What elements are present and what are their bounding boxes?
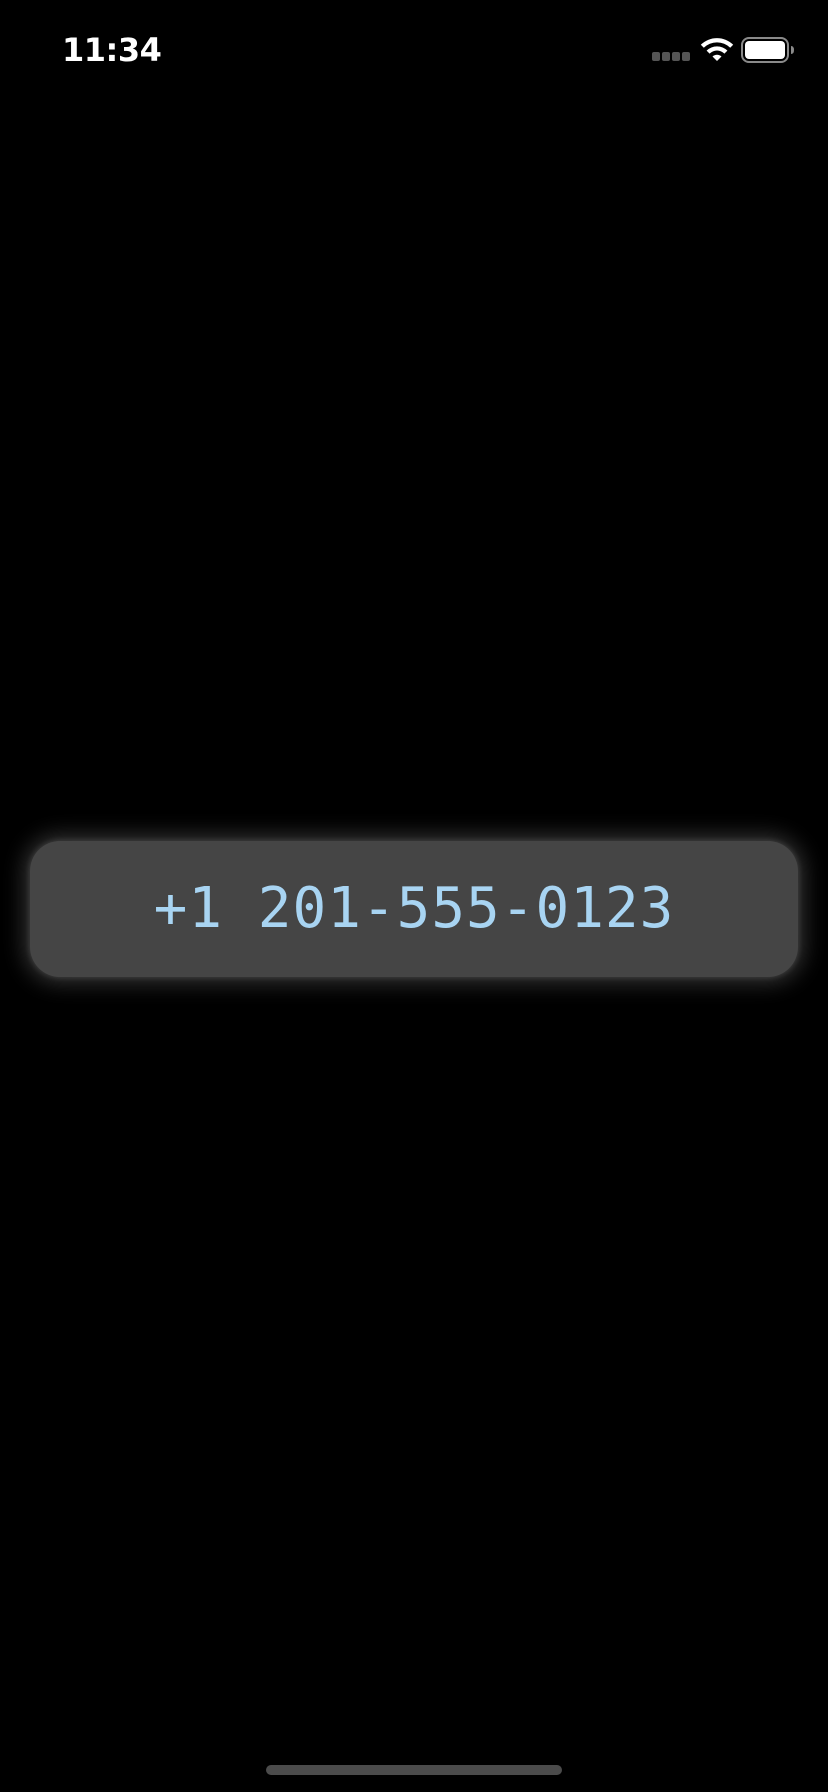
status-time: 11:34 xyxy=(62,31,162,69)
battery-icon xyxy=(741,37,794,63)
home-indicator[interactable] xyxy=(266,1765,562,1775)
wifi-icon xyxy=(700,38,734,61)
status-bar: 11:34 xyxy=(0,0,828,100)
phone-number-text: +1 201-555-0123 xyxy=(153,876,675,941)
cellular-signal-icon xyxy=(652,52,690,61)
phone-number-card[interactable]: +1 201-555-0123 xyxy=(30,841,798,977)
